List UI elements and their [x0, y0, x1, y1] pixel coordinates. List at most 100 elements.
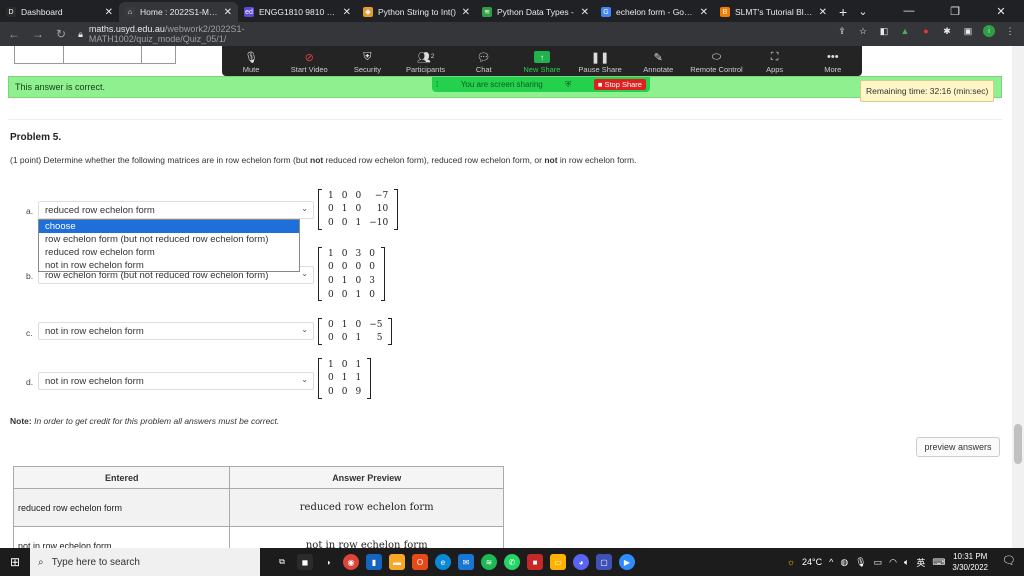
- tab-close-icon[interactable]: ✕: [105, 7, 113, 18]
- profile-avatar[interactable]: i: [983, 25, 995, 37]
- reload-icon[interactable]: ↻: [56, 27, 66, 41]
- extension-icon[interactable]: ●: [920, 25, 932, 37]
- whatsapp-icon[interactable]: ✆: [504, 554, 520, 570]
- taskbar-search-field[interactable]: ⌕ Type here to search: [30, 548, 260, 576]
- share-icon[interactable]: ⇪: [836, 25, 848, 37]
- browser-tab[interactable]: D Dashboard ✕: [0, 2, 119, 22]
- battery-icon[interactable]: ▭: [874, 557, 883, 568]
- more-dots-icon: •••: [827, 51, 839, 63]
- dropdown-option[interactable]: not in row echelon form: [39, 259, 299, 272]
- minimize-icon[interactable]: —: [886, 0, 932, 22]
- extension-icon[interactable]: ▲: [899, 25, 911, 37]
- tab-close-icon[interactable]: ✕: [343, 7, 351, 18]
- more-button[interactable]: ••• More: [805, 49, 861, 74]
- extension-icon[interactable]: ◧: [878, 25, 890, 37]
- answer-select-d[interactable]: not in row echelon form ⌄: [38, 372, 314, 390]
- tab-close-icon[interactable]: ✕: [462, 7, 470, 18]
- discord-icon[interactable]: ◕: [573, 554, 589, 570]
- tab-close-icon[interactable]: ✕: [224, 7, 232, 18]
- browser-tab[interactable]: ⌂ Home : 2022S1-MATH ✕: [119, 2, 238, 22]
- scrollbar-thumb[interactable]: [1014, 424, 1022, 464]
- spotify-icon[interactable]: ≋: [481, 554, 497, 570]
- close-window-icon[interactable]: ✕: [978, 0, 1024, 22]
- remote-control-button[interactable]: ⬭ Remote Control: [688, 49, 744, 75]
- matrix-entry: 1: [341, 204, 348, 215]
- participants-button[interactable]: 👥︎ 2 Participants: [398, 49, 454, 75]
- preview-answers-button[interactable]: preview answers: [916, 437, 1000, 457]
- stop-share-button[interactable]: ■ Stop Share: [593, 79, 646, 90]
- app-icon[interactable]: ▢: [596, 554, 612, 570]
- security-button[interactable]: ⛨ Security: [339, 49, 395, 75]
- network-icon[interactable]: ◍: [840, 557, 848, 568]
- notification-icon[interactable]: 🗨︎: [1002, 554, 1016, 567]
- browser-tab[interactable]: ed ENGG1810 9810 – We ✕: [238, 2, 357, 22]
- keyboard-icon[interactable]: ⌨: [932, 557, 945, 568]
- mail-icon[interactable]: ✉: [458, 554, 474, 570]
- apps-button[interactable]: ⛶ Apps: [747, 49, 803, 75]
- start-video-button[interactable]: ⊘ Start Video: [281, 49, 337, 75]
- forward-icon[interactable]: →: [32, 27, 44, 41]
- drag-handle-icon[interactable]: ⁞: [436, 80, 438, 89]
- chevron-down-icon: ⌄: [301, 325, 308, 334]
- file-explorer-icon[interactable]: ▬: [389, 554, 405, 570]
- page-scrollbar[interactable]: [1012, 46, 1024, 548]
- lock-icon: 🔒︎: [78, 28, 83, 39]
- menu-kebab-icon[interactable]: ⋮: [1004, 25, 1016, 37]
- extensions-puzzle-icon[interactable]: ✱: [941, 25, 953, 37]
- chevron-down-icon[interactable]: ⌄: [840, 0, 886, 22]
- microphone-icon[interactable]: 🎙︎: [855, 557, 866, 568]
- edge-icon[interactable]: e: [435, 554, 451, 570]
- apps-icon: ⛶: [770, 50, 779, 63]
- app-icon[interactable]: ■: [527, 554, 543, 570]
- volume-icon[interactable]: 🔈︎: [904, 557, 909, 568]
- tab-close-icon[interactable]: ✕: [819, 7, 827, 18]
- dropdown-option[interactable]: choose: [39, 220, 299, 233]
- new-share-button[interactable]: ↑ New Share: [514, 51, 570, 74]
- chat-button[interactable]: 💬︎ Chat: [456, 49, 512, 75]
- answer-select-c[interactable]: not in row echelon form ⌄: [38, 322, 314, 340]
- chrome-icon[interactable]: ◉: [343, 554, 359, 570]
- matrix-entry: 0: [341, 248, 348, 259]
- app-icon[interactable]: ▭: [550, 554, 566, 570]
- sidebar-icon[interactable]: ▣: [962, 25, 974, 37]
- matrix-entry: 1: [355, 333, 362, 344]
- matrix-entry: 0: [341, 190, 348, 201]
- dropdown-option[interactable]: row echelon form (but not reduced row ec…: [39, 233, 299, 246]
- office-icon[interactable]: O: [412, 554, 428, 570]
- question-label-a: a.: [26, 206, 34, 216]
- app-icon[interactable]: ▮: [366, 554, 382, 570]
- address-bar: ← → ↻ 🔒︎ maths.usyd.edu.au/webwork2/2022…: [0, 22, 1024, 46]
- weather-icon[interactable]: ☼: [787, 557, 795, 567]
- temperature-label[interactable]: 24°C: [802, 557, 822, 567]
- app-icon[interactable]: ◼: [297, 554, 313, 570]
- mute-button[interactable]: 🎙︎ Mute: [223, 49, 279, 75]
- matrix-b: 1030000001030010: [318, 247, 385, 302]
- matrix-entry: 0: [328, 275, 334, 286]
- taskbar-clock[interactable]: 10:31 PM 3/30/2022: [952, 551, 988, 573]
- bookmark-star-icon[interactable]: ☆: [857, 25, 869, 37]
- browser-tab[interactable]: ≋ Python Data Types - ✕: [476, 2, 595, 22]
- annotate-button[interactable]: ✎ Annotate: [630, 49, 686, 75]
- windows-start-icon[interactable]: ⊞: [0, 555, 30, 569]
- ime-indicator[interactable]: 英: [916, 556, 925, 569]
- answer-select-a[interactable]: reduced row echelon form ⌄: [38, 201, 314, 219]
- dropdown-option[interactable]: reduced row echelon form: [39, 246, 299, 259]
- zoom-app-icon[interactable]: ▶: [619, 554, 635, 570]
- browser-tab[interactable]: B SLMT's Tutorial Blog: ✕: [714, 2, 833, 22]
- pause-share-button[interactable]: ❚❚ Pause Share: [572, 49, 628, 75]
- matrix-entry: −10: [369, 217, 389, 228]
- tab-close-icon[interactable]: ✕: [700, 7, 708, 18]
- app-icon[interactable]: ◑: [320, 554, 336, 570]
- wifi-icon[interactable]: ◠: [889, 557, 897, 568]
- question-label-d: d.: [26, 377, 34, 387]
- browser-tab[interactable]: ◆ Python String to Int() ✕: [357, 2, 476, 22]
- matrix-entry: 0: [328, 373, 334, 384]
- task-view-icon[interactable]: ⧉: [274, 554, 290, 570]
- url-field[interactable]: 🔒︎ maths.usyd.edu.au/webwork2/2022S1-MAT…: [78, 24, 298, 44]
- chevron-up-icon[interactable]: ^: [829, 557, 833, 567]
- browser-tab[interactable]: Gechelon form - Googl ✕: [595, 2, 714, 22]
- back-icon[interactable]: ←: [8, 27, 20, 41]
- tab-close-icon[interactable]: ✕: [581, 7, 589, 18]
- restore-icon[interactable]: ❐: [932, 0, 978, 22]
- tab-title: Python Data Types -: [497, 7, 574, 17]
